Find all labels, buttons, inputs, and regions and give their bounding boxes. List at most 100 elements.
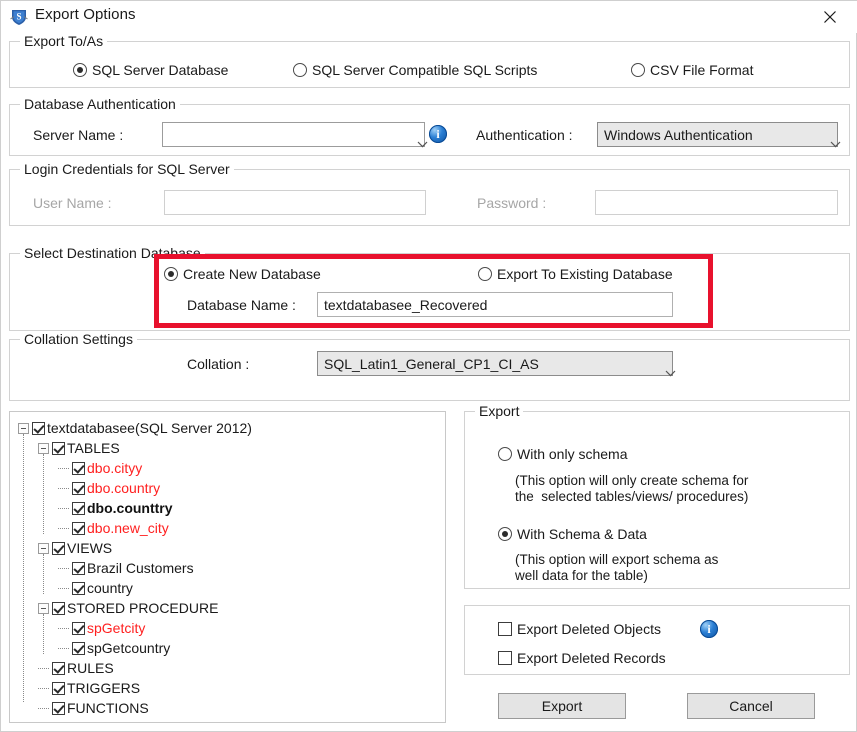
shield-logo-icon: S [9, 7, 29, 27]
close-icon[interactable] [808, 3, 852, 31]
tree-checkbox[interactable] [52, 661, 65, 675]
tree-checkbox[interactable] [52, 441, 65, 455]
password-label: Password : [477, 195, 547, 211]
tree-node[interactable]: RULES [10, 658, 445, 678]
tree-node[interactable]: VIEWS [10, 538, 445, 558]
radio-dot-icon [498, 447, 512, 461]
tree-checkbox[interactable] [72, 621, 85, 635]
authentication-label: Authentication : [476, 127, 573, 143]
tree-node-label: STORED PROCEDURE [67, 600, 219, 616]
tree-checkbox[interactable] [52, 681, 65, 695]
export-options-group-label: Export [475, 403, 524, 419]
radio-label: With only schema [517, 446, 628, 462]
radio-label: Create New Database [183, 266, 321, 282]
collapse-icon[interactable] [18, 422, 29, 434]
tree-line [38, 687, 49, 689]
tree-node[interactable]: STORED PROCEDURE [10, 598, 445, 618]
user-name-input[interactable] [164, 190, 426, 215]
tree-node-label: RULES [67, 660, 114, 676]
tree-checkbox[interactable] [72, 561, 85, 575]
tree-checkbox[interactable] [32, 421, 45, 435]
tree-connector [43, 554, 44, 594]
tree-node[interactable]: FUNCTIONS [10, 698, 445, 718]
tree-node-label: dbo.cityy [87, 460, 143, 476]
tree-node-label: dbo.new_city [87, 520, 169, 536]
radio-sql-scripts[interactable]: SQL Server Compatible SQL Scripts [293, 62, 537, 78]
checkbox-box-icon [498, 622, 512, 636]
tree-line [58, 487, 69, 489]
radio-dot-icon [631, 63, 645, 77]
tree-node[interactable]: textdatabasee(SQL Server 2012) [10, 418, 445, 438]
radio-csv-file-format[interactable]: CSV File Format [631, 62, 753, 78]
tree-checkbox[interactable] [52, 541, 65, 555]
tree-node[interactable]: country [10, 578, 445, 598]
export-options-window: S Export Options Export To/As SQL Server… [0, 0, 857, 732]
radio-create-new-database[interactable]: Create New Database [164, 266, 321, 282]
tree-line [38, 707, 49, 709]
tree-checkbox[interactable] [72, 461, 85, 475]
collapse-icon[interactable] [38, 602, 49, 614]
tree-line [38, 667, 49, 669]
export-button-label: Export [541, 698, 583, 714]
tree-node-label: spGetcity [87, 620, 146, 636]
authentication-combo[interactable]: Windows Authentication [597, 122, 841, 147]
collapse-icon[interactable] [38, 542, 49, 554]
radio-sql-server-database[interactable]: SQL Server Database [73, 62, 228, 78]
tree-node-label: TABLES [67, 440, 120, 456]
tree-node-label: Brazil Customers [87, 560, 194, 576]
password-input[interactable] [595, 190, 838, 215]
radio-dot-icon [164, 267, 178, 281]
database-name-value: textdatabasee_Recovered [324, 296, 488, 313]
tree-node-label: TRIGGERS [67, 680, 141, 696]
database-name-input[interactable]: textdatabasee_Recovered [317, 292, 673, 317]
radio-label: With Schema & Data [517, 526, 647, 542]
svg-text:S: S [16, 12, 21, 22]
tree-line [58, 527, 69, 529]
database-name-label: Database Name : [187, 297, 296, 313]
tree-checkbox[interactable] [52, 701, 65, 715]
tree-node[interactable]: dbo.country [10, 478, 445, 498]
tree-connector [43, 614, 44, 654]
radio-label: CSV File Format [650, 62, 754, 78]
radio-dot-icon [478, 267, 492, 281]
tree-checkbox[interactable] [72, 581, 85, 595]
checkbox-export-deleted-objects[interactable]: Export Deleted Objects [498, 621, 661, 637]
tree-connector [43, 454, 44, 534]
radio-label: Export To Existing Database [497, 266, 673, 282]
cancel-button[interactable]: Cancel [687, 693, 815, 719]
tree-node[interactable]: dbo.counttry [10, 498, 445, 518]
tree-line [58, 507, 69, 509]
tree-node[interactable]: spGetcountry [10, 638, 445, 658]
tree-checkbox[interactable] [52, 601, 65, 615]
window-title: Export Options [35, 6, 136, 23]
tree-node[interactable]: Brazil Customers [10, 558, 445, 578]
export-button[interactable]: Export [498, 693, 626, 719]
with-schema-and-data-note: (This option will export schema as well … [515, 552, 719, 583]
tree-line [58, 647, 69, 649]
radio-with-only-schema[interactable]: With only schema [498, 446, 627, 462]
radio-export-to-existing-database[interactable]: Export To Existing Database [478, 266, 673, 282]
tree-checkbox[interactable] [72, 641, 85, 655]
object-tree-panel[interactable]: textdatabasee(SQL Server 2012) TABLES dbo.… [9, 411, 446, 723]
checkbox-box-icon [498, 651, 512, 665]
info-icon[interactable]: i [429, 125, 447, 143]
tree-line [58, 467, 69, 469]
collapse-icon[interactable] [38, 442, 49, 454]
radio-with-schema-and-data[interactable]: With Schema & Data [498, 526, 647, 542]
login-credentials-group-label: Login Credentials for SQL Server [20, 161, 234, 177]
tree-node[interactable]: dbo.cityy [10, 458, 445, 478]
tree-checkbox[interactable] [72, 481, 85, 495]
tree-node[interactable]: spGetcity [10, 618, 445, 638]
tree-checkbox[interactable] [72, 501, 85, 515]
checkbox-export-deleted-records[interactable]: Export Deleted Records [498, 650, 666, 666]
tree-node-label: country [87, 580, 133, 596]
checkbox-label: Export Deleted Objects [517, 621, 661, 637]
collation-combo[interactable]: SQL_Latin1_General_CP1_CI_AS [317, 351, 676, 376]
tree-node[interactable]: TABLES [10, 438, 445, 458]
server-name-combo[interactable] [162, 122, 428, 147]
tree-node[interactable]: TRIGGERS [10, 678, 445, 698]
info-icon[interactable]: i [700, 620, 718, 638]
tree-checkbox[interactable] [72, 521, 85, 535]
radio-dot-icon [293, 63, 307, 77]
tree-node[interactable]: dbo.new_city [10, 518, 445, 538]
